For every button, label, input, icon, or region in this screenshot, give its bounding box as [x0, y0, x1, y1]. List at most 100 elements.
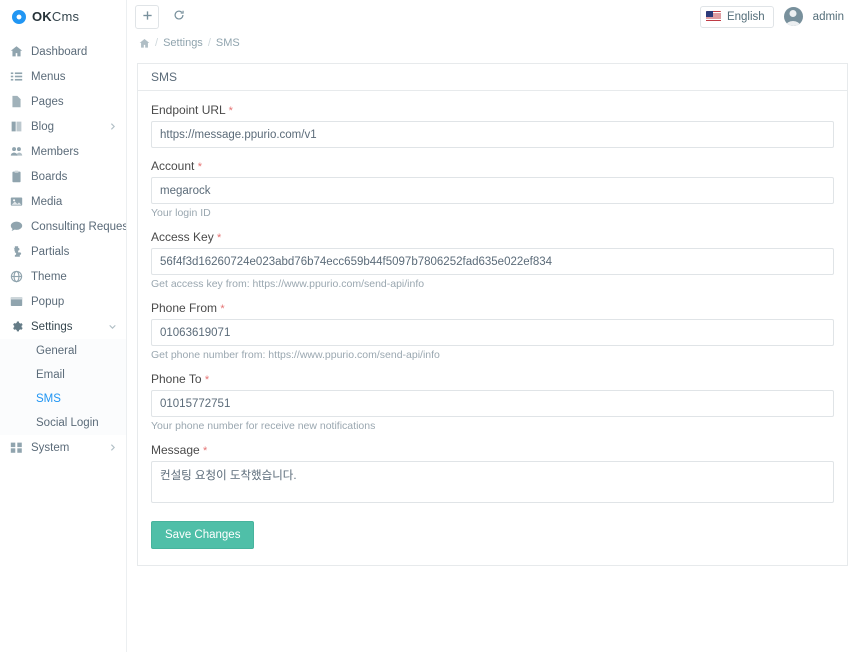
field-label: Account *	[151, 159, 834, 173]
message-textarea[interactable]	[151, 461, 834, 503]
topbar-right: English admin	[700, 6, 844, 28]
sidebar-item-partials[interactable]: Partials	[0, 239, 126, 264]
field-label-text: Access Key	[151, 230, 214, 244]
field-label: Phone To *	[151, 372, 834, 386]
breadcrumb-item-sms: SMS	[216, 37, 240, 49]
access-key-input[interactable]	[151, 248, 834, 275]
file-icon	[10, 95, 23, 108]
breadcrumb-separator: /	[208, 37, 211, 49]
sidebar-item-system[interactable]: System	[0, 435, 126, 460]
sidebar-item-consulting-requests[interactable]: Consulting Requests	[0, 214, 126, 239]
sidebar-item-label: Blog	[31, 121, 98, 133]
field-label: Message *	[151, 443, 834, 457]
sidebar-item-label: Pages	[31, 96, 126, 108]
okcms-logo-icon	[12, 10, 26, 24]
sidebar-item-boards[interactable]: Boards	[0, 164, 126, 189]
phone-from-input[interactable]	[151, 319, 834, 346]
sidebar-item-label: Settings	[31, 321, 98, 333]
sms-settings-panel: SMS Endpoint URL * Account	[137, 63, 848, 566]
required-marker: *	[205, 374, 209, 386]
plus-icon	[142, 10, 153, 24]
sidebar-item-settings[interactable]: Settings	[0, 314, 126, 339]
sidebar-item-label: Menus	[31, 71, 126, 83]
sidebar-item-sms[interactable]: SMS	[0, 387, 126, 411]
sidebar-item-general[interactable]: General	[0, 339, 126, 363]
field-help-text: Get access key from: https://www.ppurio.…	[151, 278, 834, 290]
sidebar-item-email[interactable]: Email	[0, 363, 126, 387]
sidebar-item-menus[interactable]: Menus	[0, 64, 126, 89]
sidebar-item-label: Media	[31, 196, 126, 208]
home-icon[interactable]	[139, 38, 150, 49]
clipboard-icon	[10, 170, 23, 183]
sidebar-item-dashboard[interactable]: Dashboard	[0, 39, 126, 64]
field-endpoint-url: Endpoint URL *	[151, 103, 834, 148]
field-access-key: Access Key * Get access key from: https:…	[151, 230, 834, 290]
sidebar-item-theme[interactable]: Theme	[0, 264, 126, 289]
sidebar-item-label: Dashboard	[31, 46, 126, 58]
settings-subnav: General Email SMS Social Login	[0, 339, 126, 435]
comment-icon	[10, 220, 23, 233]
gear-icon	[10, 320, 23, 333]
sidebar-item-blog[interactable]: Blog	[0, 114, 126, 139]
user-avatar-icon[interactable]	[784, 7, 803, 26]
topbar: English admin	[127, 0, 853, 33]
field-label-text: Phone From	[151, 301, 217, 315]
field-message: Message *	[151, 443, 834, 506]
app-root: OKCms Dashboard Menus Pages	[0, 0, 853, 652]
refresh-icon	[173, 9, 185, 24]
account-input[interactable]	[151, 177, 834, 204]
language-selector[interactable]: English	[700, 6, 774, 28]
required-marker: *	[217, 232, 221, 244]
field-label: Phone From *	[151, 301, 834, 315]
field-account: Account * Your login ID	[151, 159, 834, 219]
sidebar-nav: Dashboard Menus Pages Blog	[0, 33, 126, 460]
required-marker: *	[220, 303, 224, 315]
field-label-text: Message	[151, 443, 200, 457]
required-marker: *	[229, 105, 233, 117]
refresh-button[interactable]	[167, 5, 191, 29]
phone-to-input[interactable]	[151, 390, 834, 417]
sidebar-item-media[interactable]: Media	[0, 189, 126, 214]
sidebar-item-label: Boards	[31, 171, 126, 183]
language-label: English	[727, 11, 765, 23]
save-changes-button[interactable]: Save Changes	[151, 521, 254, 549]
breadcrumb-item-settings[interactable]: Settings	[163, 37, 203, 49]
panel-header: SMS	[138, 64, 847, 91]
breadcrumb-separator: /	[155, 37, 158, 49]
brand[interactable]: OKCms	[0, 0, 126, 33]
brand-label-bold: OK	[32, 9, 52, 24]
chevron-right-icon	[106, 121, 118, 133]
puzzle-icon	[10, 245, 23, 258]
window-icon	[10, 295, 23, 308]
sidebar-item-pages[interactable]: Pages	[0, 89, 126, 114]
globe-icon	[10, 270, 23, 283]
sidebar: OKCms Dashboard Menus Pages	[0, 0, 127, 652]
add-button[interactable]	[135, 5, 159, 29]
chevron-down-icon	[106, 321, 118, 333]
field-help-text: Your login ID	[151, 207, 834, 219]
field-phone-to: Phone To * Your phone number for receive…	[151, 372, 834, 432]
breadcrumb: / Settings / SMS	[127, 33, 853, 53]
sidebar-item-members[interactable]: Members	[0, 139, 126, 164]
book-icon	[10, 120, 23, 133]
sidebar-subitem-label: Email	[36, 369, 65, 381]
brand-label-rest: Cms	[52, 9, 79, 24]
field-label-text: Endpoint URL	[151, 103, 225, 117]
brand-label: OKCms	[32, 9, 79, 24]
sidebar-subitem-label: General	[36, 345, 77, 357]
content-area: SMS Endpoint URL * Account	[127, 53, 853, 566]
chevron-right-icon	[106, 442, 118, 454]
sidebar-subitem-label: Social Login	[36, 417, 99, 429]
users-icon	[10, 145, 23, 158]
list-icon	[10, 70, 23, 83]
home-icon	[10, 45, 23, 58]
sidebar-item-label: Members	[31, 146, 126, 158]
admin-label: admin	[813, 11, 844, 23]
sidebar-subitem-label: SMS	[36, 393, 61, 405]
field-phone-from: Phone From * Get phone number from: http…	[151, 301, 834, 361]
sidebar-item-popup[interactable]: Popup	[0, 289, 126, 314]
sidebar-item-label: Theme	[31, 271, 126, 283]
required-marker: *	[198, 161, 202, 173]
sidebar-item-social-login[interactable]: Social Login	[0, 411, 126, 435]
endpoint-url-input[interactable]	[151, 121, 834, 148]
